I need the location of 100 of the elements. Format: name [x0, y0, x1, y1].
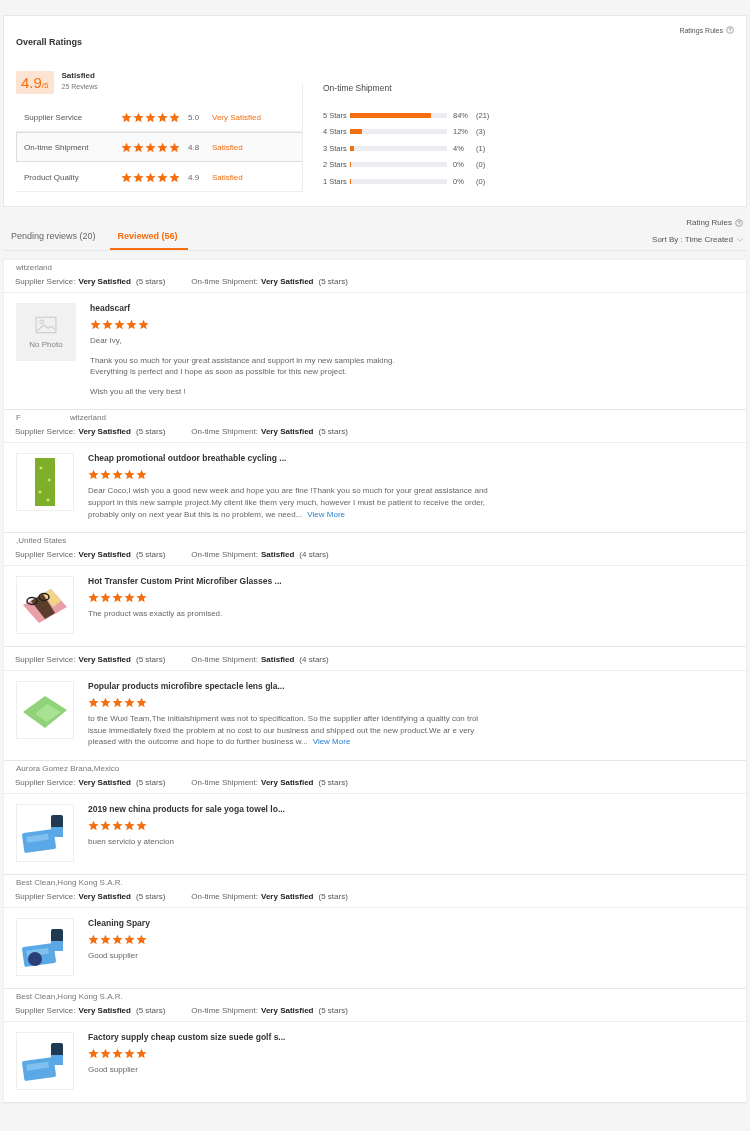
star-icon [100, 819, 111, 831]
star-count: (5 stars) [135, 891, 166, 901]
caret-icon [737, 237, 743, 242]
star-icon [100, 592, 111, 604]
star-icon [100, 933, 111, 945]
rating-label: Supplier Service: [15, 550, 76, 560]
star-icon [145, 141, 156, 153]
view-more-link[interactable]: View More [312, 737, 351, 747]
star-icon [126, 319, 137, 330]
star-icon [145, 111, 156, 123]
rating-verdict: Very Satisfied [78, 1005, 131, 1015]
buyer-name: ,United States [15, 536, 67, 546]
star-count: (5 stars) [135, 550, 166, 560]
rating-verdict: Very Satisfied [78, 891, 131, 901]
rating-verdict: Very Satisfied [78, 550, 131, 560]
rating-row[interactable]: Product Quality 4.9 Satisfied [16, 162, 302, 192]
product-title[interactable]: Hot Transfer Custom Print Microfiber Glasses ... [88, 576, 488, 587]
star-icon [169, 171, 180, 183]
rating-label: Supplier Service: [15, 891, 76, 901]
star-icon [88, 469, 99, 481]
star-count: (5 stars) [135, 1005, 166, 1015]
star-count: (5 stars) [135, 777, 166, 787]
review-text: Good supplier [88, 949, 139, 962]
rating-label: On-time Shipment: [191, 655, 258, 665]
star-icon [133, 141, 144, 153]
section-title: Overall Ratings [16, 37, 84, 47]
rating-label: Supplier Service: [15, 427, 76, 437]
buyer-name: Best Clean,Hong Kong S.A.R. [15, 877, 123, 887]
review-text: Dear Coco,I wish you a good new week and hope you are fine !Thank you so much for your great assistance and support in this new sample project.My client like them very much, however I must be patient to receive the order, probably only on next year But this is no problem, we need... View More [88, 485, 488, 521]
product-title[interactable]: Factory supply cheap custom size suede golf s... [88, 1031, 488, 1042]
product-thumbnail[interactable] [16, 803, 74, 862]
rating-verdict: Very Satisfied [78, 777, 131, 787]
review-text: Thank you so much for your great assistance and support in my new samples making. Everything is perfect and I hope as soon as possible for this new project. [90, 354, 396, 378]
rating-label: On-time Shipment: [191, 777, 258, 787]
product-title[interactable]: Cheap promotional outdoor breathable cycling ... [88, 453, 488, 464]
product-thumbnail[interactable] [16, 681, 74, 740]
rating-label: Supplier Service: [15, 777, 76, 787]
rating-verdict: Satisfied [212, 142, 243, 152]
star-count: (5 stars) [318, 277, 348, 286]
review-text: Wish you all the very best ! [90, 385, 187, 398]
review-text: to the Wuxi Team,The initialshipment was not to specification. So the supplier after identifying a quality con trol issue immediately fixed the problem at no cost to our business and shipped out the new product.We ar e very pleased with the outcome and hope to do further business w... View More [88, 713, 480, 748]
rating-verdict: Very Satisfied [212, 112, 261, 122]
product-thumbnail[interactable] [16, 576, 74, 635]
product-title[interactable]: 2019 new china products for sale yoga towel lo... [88, 803, 488, 814]
review-text: Dear Ivy, [90, 335, 123, 347]
rating-verdict: Very Satisfied [261, 891, 314, 901]
product-title[interactable]: Cleaning Spary [88, 917, 488, 928]
rating-verdict: Satisfied [261, 655, 295, 665]
star-count: (5 stars) [318, 891, 348, 901]
buyer-name: witzerland [68, 413, 106, 423]
star-icon [124, 933, 135, 945]
star-icon [136, 592, 147, 604]
buyer-name: Aurora Gomez Brana,Mexico [15, 763, 120, 773]
rating-rules-link[interactable]: Rating Rules [686, 218, 743, 227]
view-more-link[interactable]: View More [307, 509, 345, 519]
star-icon [121, 171, 132, 183]
rating-label: Supplier Service: [15, 1005, 76, 1015]
star-count: (5 stars) [318, 427, 348, 437]
star-icon [100, 1047, 111, 1059]
product-thumbnail[interactable] [16, 453, 74, 512]
star-icon [157, 171, 168, 183]
star-icon [121, 111, 132, 123]
review-text: The product was exactly as promised. [88, 608, 224, 620]
star-icon [136, 1047, 147, 1059]
rating-verdict: Very Satisfied [78, 427, 131, 437]
star-count: (5 stars) [135, 427, 166, 437]
star-icon [124, 469, 135, 481]
rating-verdict: Very Satisfied [78, 277, 131, 286]
star-count: (4 stars) [299, 655, 329, 665]
star-icon [124, 697, 135, 709]
star-icon [145, 171, 156, 183]
product-title[interactable]: Popular products microfibre spectacle lens gla... [88, 681, 488, 692]
rating-verdict: Satisfied [261, 550, 295, 560]
rating-value: 5.0 [188, 112, 201, 122]
product-thumbnail[interactable] [16, 917, 74, 976]
rating-label: On-time Shipment: [191, 550, 258, 560]
rating-name: Supplier Service [24, 112, 84, 122]
buyer-name: F [15, 413, 21, 423]
star-icon [112, 469, 123, 481]
star-icon [88, 592, 99, 604]
star-icon [169, 141, 180, 153]
rating-row[interactable]: On-time Shipment 4.8 Satisfied [16, 132, 302, 162]
rating-verdict: Satisfied [212, 172, 243, 182]
star-icon [133, 171, 144, 183]
buyer-name: witzerland [15, 263, 52, 272]
rating-label: On-time Shipment: [191, 1005, 258, 1015]
product-thumbnail[interactable] [16, 1031, 74, 1090]
rating-name: Product Quality [24, 172, 80, 182]
sort-dropdown[interactable]: Sort By : Time Created [652, 235, 743, 244]
rating-verdict: Very Satisfied [261, 777, 314, 787]
star-icon [88, 933, 99, 945]
product-title[interactable]: headscarf [90, 303, 490, 313]
star-icon [90, 319, 101, 330]
star-icon [124, 592, 135, 604]
star-icon [124, 819, 135, 831]
star-icon [157, 141, 168, 153]
tab[interactable]: Pending reviews (20) [8, 227, 104, 250]
star-icon [112, 933, 123, 945]
review-text: Good supplier [88, 1063, 139, 1076]
overall-verdict: Satisfied [61, 71, 96, 80]
